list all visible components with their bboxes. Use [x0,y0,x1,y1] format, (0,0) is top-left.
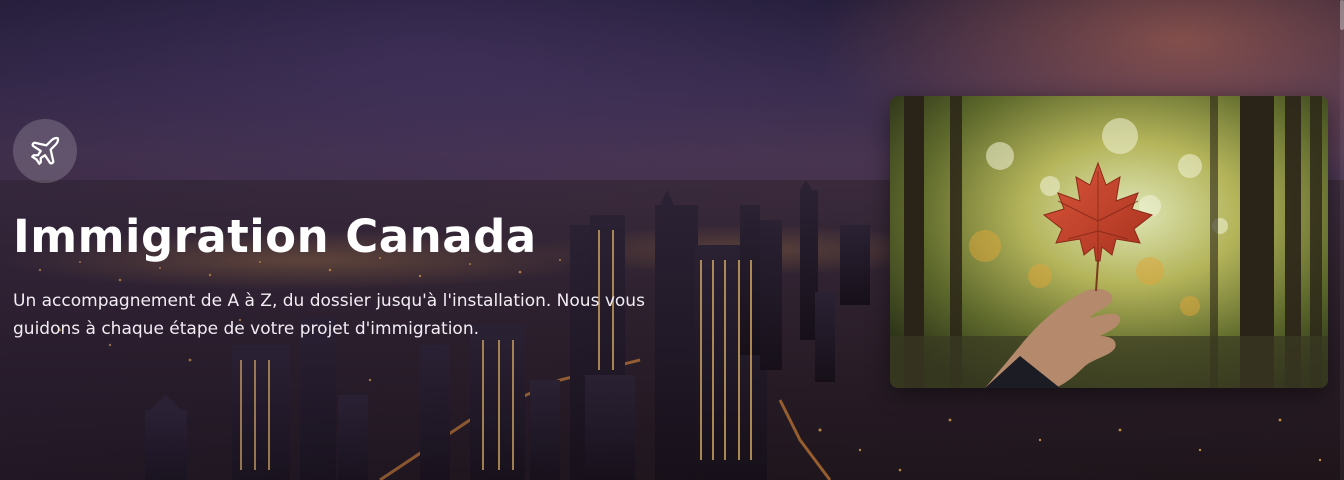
scrollbar-track[interactable] [1340,0,1344,480]
airplane-icon [31,136,60,165]
hero-section: Immigration Canada Un accompagnement de … [0,0,1344,480]
page-title: Immigration Canada [13,210,537,263]
hero-description: Un accompagnement de A à Z, du dossier j… [13,291,645,339]
airplane-icon-badge [13,119,77,183]
maple-leaf-photo [890,96,1328,388]
scrollbar-thumb[interactable] [1340,0,1344,30]
forest-photo-image [890,96,1328,388]
